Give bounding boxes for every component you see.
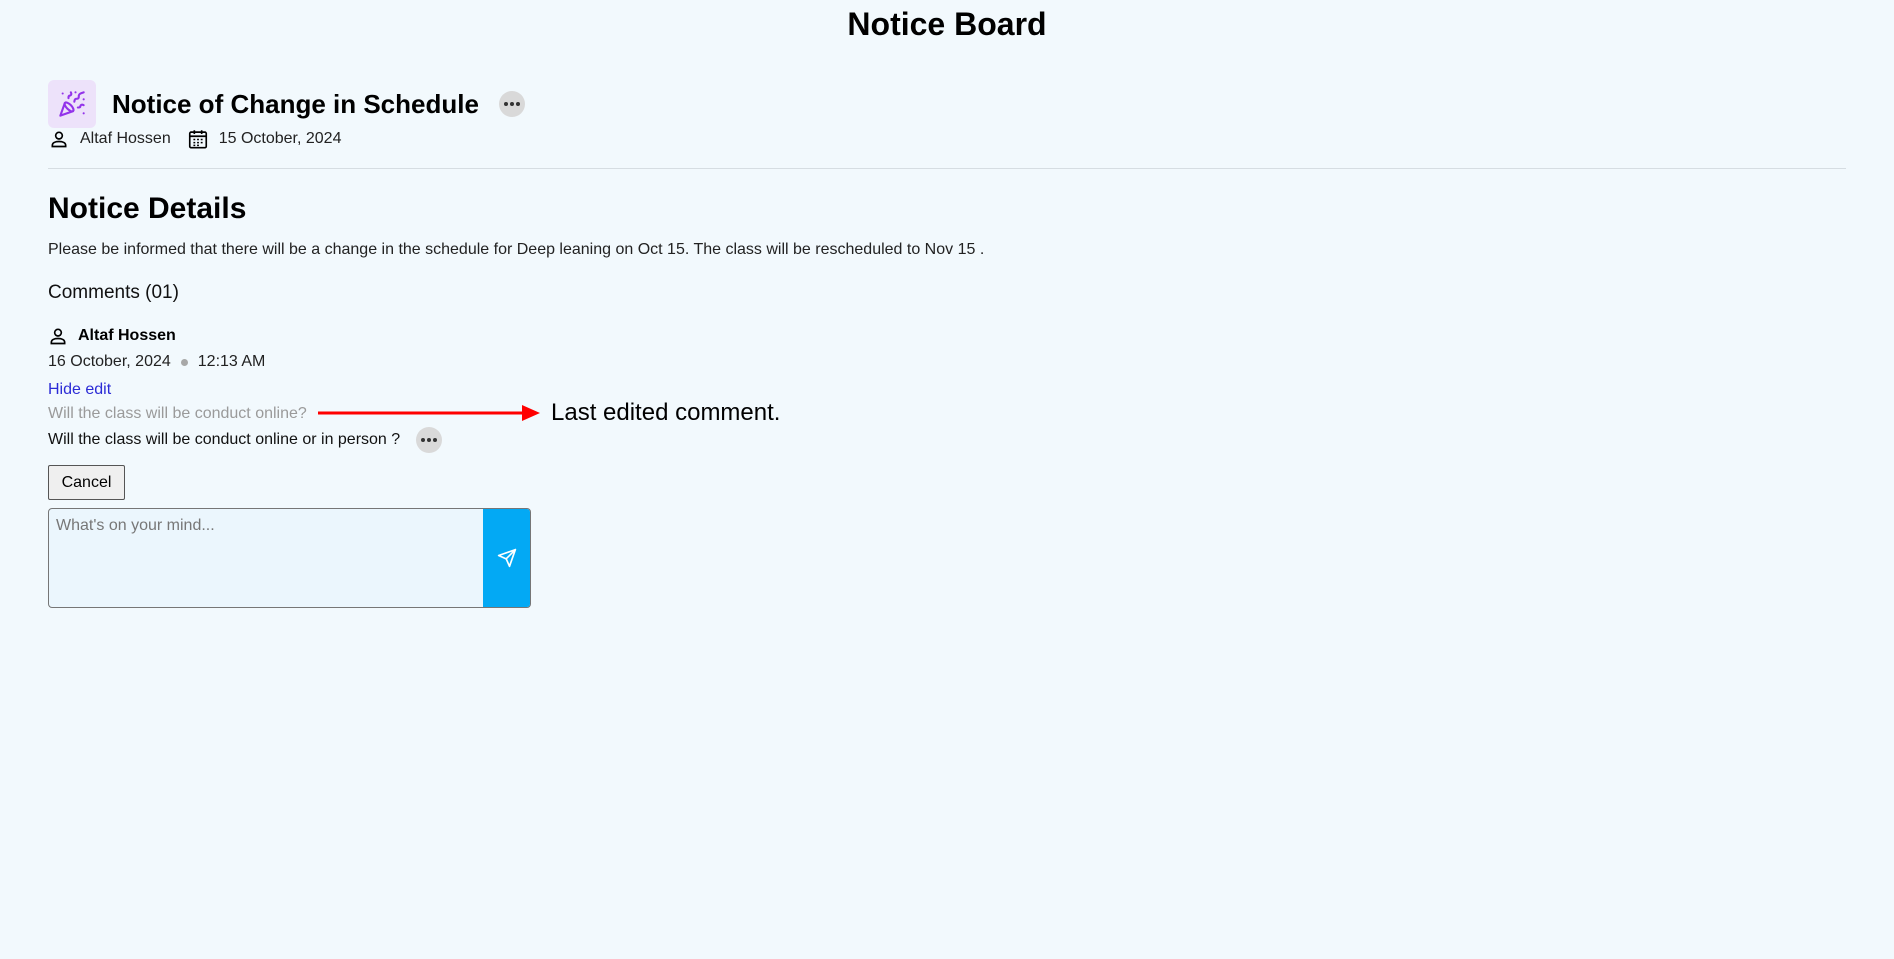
notice-meta: Altaf Hossen 15 October, 2024: [48, 128, 341, 150]
notice-details-heading: Notice Details: [48, 192, 247, 225]
comment-author: Altaf Hossen: [78, 327, 176, 344]
notice-author: Altaf Hossen: [80, 130, 171, 147]
divider: [48, 168, 1846, 169]
page-title: Notice Board: [847, 6, 1047, 42]
cancel-button[interactable]: Cancel: [48, 465, 125, 500]
user-icon: [48, 128, 70, 150]
separator-dot: [180, 358, 188, 366]
notice-title: Notice of Change in Schedule: [112, 88, 479, 119]
party-popper-icon: [48, 80, 96, 128]
ellipsis-icon: [421, 438, 438, 442]
comment-timestamp: 16 October, 2024 12:13 AM: [48, 353, 265, 371]
comment-input[interactable]: [49, 509, 484, 607]
notice-header: Notice of Change in Schedule: [48, 80, 525, 128]
hide-edit-link[interactable]: Hide edit: [48, 381, 111, 399]
comments-heading: Comments (01): [48, 282, 179, 303]
comment-text-row: Will the class will be conduct online or…: [48, 427, 443, 453]
notice-date: 15 October, 2024: [218, 130, 342, 147]
comment-time: 12:13 AM: [197, 353, 266, 370]
comment-text: Will the class will be conduct online or…: [48, 431, 401, 448]
previous-comment-text: Will the class will be conduct online?: [48, 405, 307, 422]
send-icon: [497, 548, 516, 568]
notice-more-button[interactable]: [498, 91, 525, 117]
comment-author-row: Altaf Hossen: [48, 326, 176, 346]
ellipsis-icon: [503, 102, 520, 106]
comment-date: 16 October, 2024: [48, 353, 171, 370]
comment-more-button[interactable]: [416, 427, 443, 453]
user-icon: [48, 326, 68, 346]
annotation-text: Last edited comment.: [551, 399, 781, 426]
send-button[interactable]: [483, 509, 530, 607]
calendar-icon: [187, 128, 209, 150]
annotation-arrow: [318, 405, 540, 421]
comment-composer: [48, 508, 531, 608]
notice-details-body: Please be informed that there will be a …: [48, 241, 985, 258]
